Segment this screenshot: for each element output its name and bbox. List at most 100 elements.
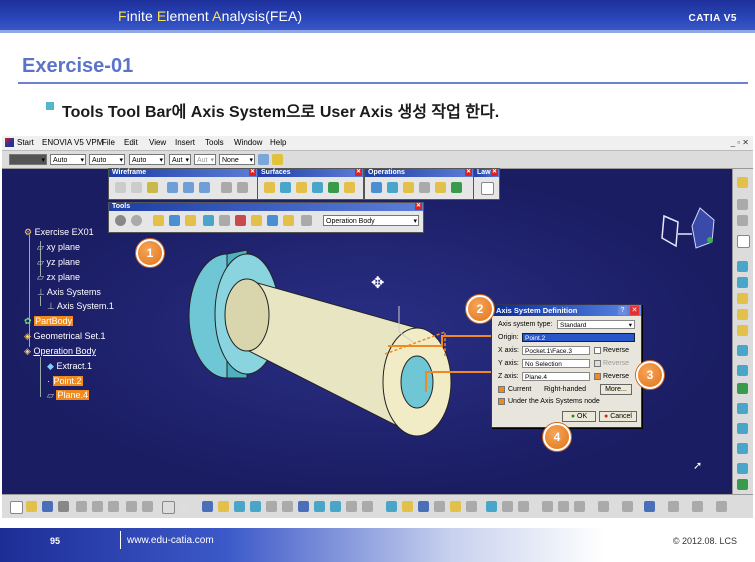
tree-item-partbody[interactable]: ✿ PartBody — [24, 316, 74, 327]
chamfer-icon[interactable] — [737, 463, 748, 474]
z-axis-field[interactable]: Plane.4 — [522, 372, 590, 381]
close-icon[interactable]: ✕ — [249, 169, 256, 176]
menu-enovia[interactable]: ENOVIA V5 VPM — [42, 138, 103, 147]
shaft-icon[interactable] — [737, 293, 748, 304]
y-axis-field[interactable]: No Selection — [522, 359, 590, 368]
hole-icon[interactable] — [737, 325, 748, 336]
revolve-icon[interactable] — [280, 182, 291, 193]
point-symbol-combo[interactable]: Aut — [169, 154, 191, 166]
ok-button[interactable]: ● OK — [562, 411, 596, 422]
extrapolate-icon[interactable] — [451, 182, 462, 193]
menu-edit[interactable]: Edit — [124, 138, 138, 147]
menu-view[interactable]: View — [149, 138, 166, 147]
menu-help[interactable]: Help — [270, 138, 286, 147]
annotation-icon[interactable] — [668, 501, 679, 512]
user-pattern-icon[interactable] — [622, 501, 633, 512]
cut-icon[interactable] — [76, 501, 87, 512]
extrude-icon[interactable] — [264, 182, 275, 193]
toolbar-tools[interactable]: Tools ✕ Operation Body — [108, 202, 424, 233]
line-icon[interactable] — [131, 182, 142, 193]
measure-icon[interactable] — [737, 215, 748, 226]
update-all-icon[interactable] — [131, 215, 142, 226]
normal-view-icon[interactable] — [298, 501, 309, 512]
close-icon[interactable]: ✕ — [355, 169, 362, 176]
translate-icon[interactable] — [435, 182, 446, 193]
copy-icon[interactable] — [92, 501, 103, 512]
close-icon[interactable]: ✕ — [630, 306, 639, 315]
projection-icon[interactable] — [167, 182, 178, 193]
axis-system-icon[interactable] — [153, 215, 164, 226]
body-select-combo[interactable]: Operation Body — [323, 215, 419, 227]
menu-insert[interactable]: Insert — [175, 138, 195, 147]
measure-between-icon[interactable] — [450, 501, 461, 512]
layer-combo[interactable]: None — [219, 154, 255, 166]
origin-field[interactable]: Point.2 — [522, 333, 635, 342]
current-checkbox[interactable] — [498, 386, 505, 393]
fill-icon[interactable] — [312, 182, 323, 193]
zoom-in-icon[interactable] — [266, 501, 277, 512]
tree-item-zx-plane[interactable]: ▱ zx plane — [37, 272, 80, 283]
pad-icon[interactable] — [737, 261, 748, 272]
layer-combo-disabled[interactable]: Aut — [194, 154, 216, 166]
thickness-combo[interactable]: Auto — [129, 154, 165, 166]
linetype-combo[interactable]: Auto — [89, 154, 125, 166]
powercopy-icon[interactable] — [283, 215, 294, 226]
z-reverse-checkbox[interactable] — [594, 373, 601, 380]
toolbar-wireframe[interactable]: Wireframe ✕ — [108, 168, 258, 200]
properties-icon[interactable] — [272, 154, 283, 165]
filter-icon[interactable] — [219, 215, 230, 226]
tree-item-root[interactable]: ⚙ Exercise EX01 — [24, 227, 94, 238]
open-icon[interactable] — [26, 501, 37, 512]
paste-icon[interactable] — [108, 501, 119, 512]
footer-url[interactable]: www.edu-catia.com — [127, 535, 214, 546]
whats-this-icon[interactable] — [178, 501, 189, 512]
menu-file[interactable]: File — [102, 138, 115, 147]
new-icon[interactable] — [10, 501, 23, 514]
curvature-icon[interactable] — [418, 501, 429, 512]
fit-all-icon[interactable] — [218, 501, 229, 512]
formula-icon[interactable] — [162, 501, 175, 514]
rib-icon[interactable] — [737, 345, 748, 356]
tree-item-axis-systems[interactable]: ⊥ Axis Systems — [37, 287, 101, 298]
blend-icon[interactable] — [344, 182, 355, 193]
menu-tools[interactable]: Tools — [205, 138, 224, 147]
extract-icon[interactable] — [403, 182, 414, 193]
more-button[interactable]: More... — [600, 384, 632, 395]
snap-icon[interactable] — [185, 215, 196, 226]
apply-material-icon[interactable] — [486, 501, 497, 512]
sketcher-icon[interactable] — [737, 177, 748, 188]
color-combo[interactable] — [9, 154, 47, 166]
tree-item-operation-body[interactable]: ◈ Operation Body — [24, 346, 96, 357]
sweep-icon[interactable] — [296, 182, 307, 193]
update-icon[interactable] — [115, 215, 126, 226]
measure-item-icon[interactable] — [466, 501, 477, 512]
compass-icon[interactable] — [652, 204, 727, 254]
combine-icon[interactable] — [183, 182, 194, 193]
transparency-combo[interactable]: Auto — [50, 154, 86, 166]
tree-item-geometrical-set[interactable]: ◈ Geometrical Set.1 — [24, 331, 105, 342]
analysis-icon[interactable] — [251, 215, 262, 226]
hide-show-icon[interactable] — [346, 501, 357, 512]
join-icon[interactable] — [371, 182, 382, 193]
circle-icon[interactable] — [221, 182, 232, 193]
close-icon[interactable]: ✕ — [465, 169, 472, 176]
assemble-icon[interactable] — [518, 501, 529, 512]
print-icon[interactable] — [58, 501, 69, 512]
spline-icon[interactable] — [237, 182, 248, 193]
loft-icon[interactable] — [328, 182, 339, 193]
toolbar-law[interactable]: Law ✕ — [473, 168, 500, 200]
close-icon[interactable]: ✕ — [415, 203, 422, 210]
flag-note-icon[interactable] — [692, 501, 703, 512]
knowledge-icon[interactable] — [644, 501, 655, 512]
toolbar-operations[interactable]: Operations ✕ — [364, 168, 474, 200]
x-reverse-checkbox[interactable] — [594, 347, 601, 354]
tree-item-extract[interactable]: ◆ Extract.1 — [47, 361, 92, 372]
type-select[interactable]: Standard ▾ — [557, 320, 635, 329]
menu-start[interactable]: Start — [17, 138, 34, 147]
boolean-icon[interactable] — [502, 501, 513, 512]
dimension-icon[interactable] — [737, 235, 750, 248]
slot-icon[interactable] — [737, 365, 748, 376]
hole-analysis-icon[interactable] — [386, 501, 397, 512]
tree-item-plane-4[interactable]: ▱ Plane.4 — [47, 390, 89, 401]
catalog-icon[interactable] — [267, 215, 278, 226]
